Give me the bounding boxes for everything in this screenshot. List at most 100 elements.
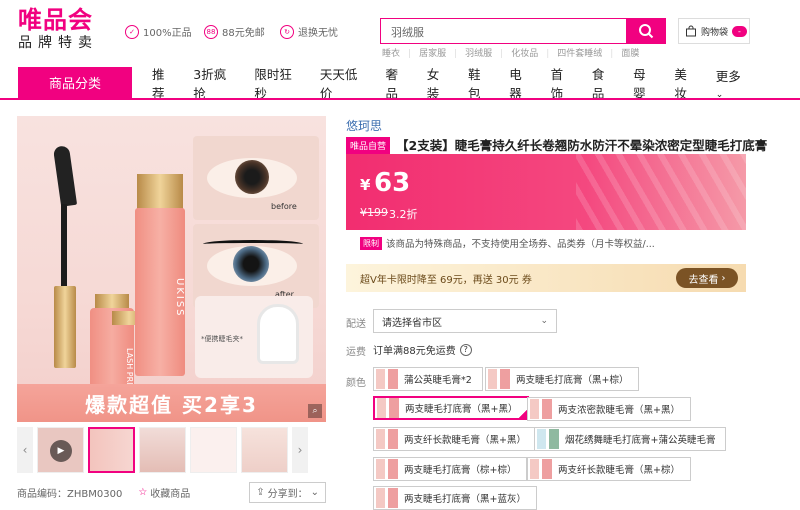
price-value: 63 (374, 168, 411, 198)
nav-underline (0, 98, 800, 100)
color-swatch (377, 398, 399, 418)
cart-label: 购物袋 (701, 27, 729, 38)
color-option-selected[interactable]: 两支睫毛打底膏（黑+黑） (373, 396, 530, 420)
hot-word[interactable]: 羽绒服 (454, 46, 492, 59)
color-swatch (530, 459, 552, 479)
clip-caption: *便携睫毛夹* (201, 335, 243, 343)
color-swatch (376, 459, 398, 479)
hot-word[interactable]: 化妆品 (500, 46, 538, 59)
price-panel-pattern (576, 154, 746, 230)
nav-item[interactable]: 天天低价 (320, 64, 369, 102)
thumb-next-button[interactable]: › (292, 427, 308, 473)
help-icon[interactable]: ? (459, 343, 472, 356)
return-icon: ↻ (280, 24, 294, 39)
favorite-button[interactable]: ☆ 收藏商品 (138, 485, 190, 500)
color-swatch (530, 399, 552, 419)
thumbnail[interactable] (190, 427, 237, 473)
nav-item[interactable]: 美妆 (674, 64, 698, 102)
color-swatch (376, 488, 398, 508)
nav-item[interactable]: 首饰 (551, 64, 575, 102)
color-option[interactable]: 烟花绣舞睫毛打底膏+蒲公英睫毛膏 (534, 427, 727, 451)
88-badge-icon: 88 (204, 24, 218, 39)
nav-item[interactable]: 3折疯抢 (193, 64, 237, 102)
restriction-notice: 限制 该商品为特殊商品，不支持使用全场券、品类券（月卡等权益/... (360, 236, 655, 250)
nav-item[interactable]: 鞋包 (468, 64, 492, 102)
thumbnail[interactable] (139, 427, 186, 473)
product-code: 商品编码：ZHBM0300 (17, 489, 123, 500)
color-swatch (488, 369, 510, 389)
thumbnail-video[interactable]: ▶ (37, 427, 84, 473)
chevron-down-icon: ⌄ (310, 487, 319, 498)
search-button[interactable] (626, 18, 666, 44)
hot-word[interactable]: 睡衣 (382, 46, 400, 59)
logo-slogan: 品牌特卖 (18, 35, 98, 51)
mascara-brush (52, 145, 78, 207)
tube-right-cap (137, 174, 183, 210)
mascara-cap (54, 286, 76, 368)
play-icon: ▶ (50, 440, 72, 462)
zoom-icon[interactable]: ⌕ (308, 404, 322, 418)
color-option[interactable]: 两支睫毛打底膏（棕+棕） (373, 457, 528, 481)
self-operated-tag: 唯品自营 (346, 137, 391, 154)
color-swatch (537, 429, 559, 449)
nav-item[interactable]: 奢品 (385, 64, 409, 102)
nav-more[interactable]: 更多 ⌄ (716, 66, 783, 100)
thumbnail[interactable] (88, 427, 135, 473)
nav-item[interactable]: 限时狂秒 (254, 64, 303, 102)
promise-returns: ↻ 退换无忧 (280, 24, 338, 39)
eyelash-clip-photo: *便携睫毛夹* (195, 296, 313, 378)
product-meta-row: 商品编码：ZHBM0300 ☆ 收藏商品 ⇪ 分享到： ⌄ (17, 482, 326, 503)
promise-free-shipping: 88 88元免邮 (204, 24, 265, 39)
cart-button[interactable]: 购物袋 - (678, 18, 750, 44)
eye-before-photo: before (193, 136, 319, 220)
price-symbol: ¥ (360, 176, 371, 194)
chevron-right-icon: › (721, 272, 726, 284)
product-title: 【2支装】睫毛膏持久纤长卷翘防水防汗不晕染浓密定型睫毛打底膏 (396, 138, 768, 153)
vip-view-button[interactable]: 去查看 › (676, 268, 738, 288)
star-icon: ☆ (138, 487, 148, 498)
chevron-down-icon: ⌄ (540, 316, 548, 326)
label-before: before (271, 202, 297, 211)
category-menu-button[interactable]: 商品分类 (18, 67, 132, 98)
original-price: ¥199 (360, 206, 388, 219)
hot-word[interactable]: 四件套睡绒 (546, 46, 602, 59)
promo-banner: 爆款超值 买2享3 (17, 384, 326, 422)
search-input[interactable]: 羽绒服 (380, 18, 626, 44)
color-option[interactable]: 两支睫毛打底膏（黑+蓝灰） (373, 486, 537, 510)
color-option[interactable]: 两支纤长款睫毛膏（黑+黑） (373, 427, 537, 451)
color-option[interactable]: 两支睫毛打底膏（黑+棕） (485, 367, 640, 391)
thumb-prev-button[interactable]: ‹ (17, 427, 33, 473)
hot-word[interactable]: 面膜 (610, 46, 639, 59)
share-button[interactable]: ⇪ 分享到： ⌄ (249, 482, 326, 503)
nav-item[interactable]: 推荐 (152, 64, 176, 102)
share-icon: ⇪ (256, 487, 265, 498)
hot-search-words: 睡衣 居家服 羽绒服 化妆品 四件套睡绒 面膜 (382, 46, 639, 59)
cart-count-badge: - (732, 25, 747, 37)
vip-promo-text: 超V年卡限时降至 69元，再送 30元 券 (360, 274, 532, 286)
shipping-label: 运费 (346, 347, 366, 358)
color-label: 颜色 (346, 378, 366, 389)
color-swatch (376, 429, 398, 449)
main-nav: 推荐 3折疯抢 限时狂秒 天天低价 奢品 女装 鞋包 电器 首饰 食品 母婴 美… (152, 66, 800, 101)
nav-item[interactable]: 电器 (509, 64, 533, 102)
logo-text[interactable]: 唯品会 (18, 6, 93, 34)
shield-icon: ✓ (125, 24, 139, 39)
delivery-region-select[interactable]: 请选择省市区 ⌄ (373, 309, 557, 333)
price-panel: ¥ 63 ¥199 3.2折 (346, 154, 746, 230)
nav-item[interactable]: 女装 (427, 64, 451, 102)
nav-item[interactable]: 母婴 (633, 64, 657, 102)
hot-word[interactable]: 居家服 (408, 46, 446, 59)
brand-link[interactable]: 悠珂思 (346, 117, 382, 134)
color-option[interactable]: 两支浓密款睫毛膏（黑+黑） (527, 397, 691, 421)
nav-item[interactable]: 食品 (592, 64, 616, 102)
product-main-image[interactable]: LASH PRIMER UKISS before after *便携睫毛夹* 爆… (17, 116, 326, 422)
search-icon (639, 24, 654, 39)
chevron-left-icon: ‹ (22, 443, 28, 457)
restriction-tag: 限制 (360, 236, 382, 250)
chevron-right-icon: › (297, 443, 303, 457)
color-option[interactable]: 蒲公英睫毛膏*2 (373, 367, 483, 391)
thumbnail[interactable] (241, 427, 288, 473)
discount-rate: 3.2折 (389, 208, 418, 221)
delivery-label: 配送 (346, 319, 366, 330)
color-option[interactable]: 两支纤长款睫毛膏（黑+棕） (527, 457, 691, 481)
